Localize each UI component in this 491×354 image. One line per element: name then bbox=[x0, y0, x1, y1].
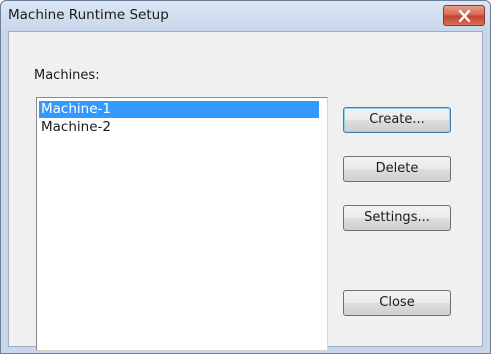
machines-label: Machines: bbox=[34, 68, 100, 83]
window-title: Machine Runtime Setup bbox=[8, 7, 169, 23]
dialog-client-area: Machines: Machine-1 Machine-2 Create... … bbox=[8, 31, 483, 351]
close-x-icon bbox=[458, 10, 471, 22]
title-bar[interactable]: Machine Runtime Setup bbox=[1, 1, 490, 31]
dialog-window: Machine Runtime Setup Machines: Machine-… bbox=[0, 0, 491, 354]
close-button[interactable]: Close bbox=[343, 290, 451, 316]
list-item-machine-2[interactable]: Machine-2 bbox=[39, 119, 319, 136]
create-button[interactable]: Create... bbox=[343, 107, 451, 133]
delete-button[interactable]: Delete bbox=[343, 156, 451, 182]
settings-button[interactable]: Settings... bbox=[343, 205, 451, 231]
machines-listbox[interactable]: Machine-1 Machine-2 bbox=[36, 97, 328, 351]
window-close-button[interactable] bbox=[443, 5, 485, 26]
list-item-machine-1[interactable]: Machine-1 bbox=[39, 101, 319, 118]
